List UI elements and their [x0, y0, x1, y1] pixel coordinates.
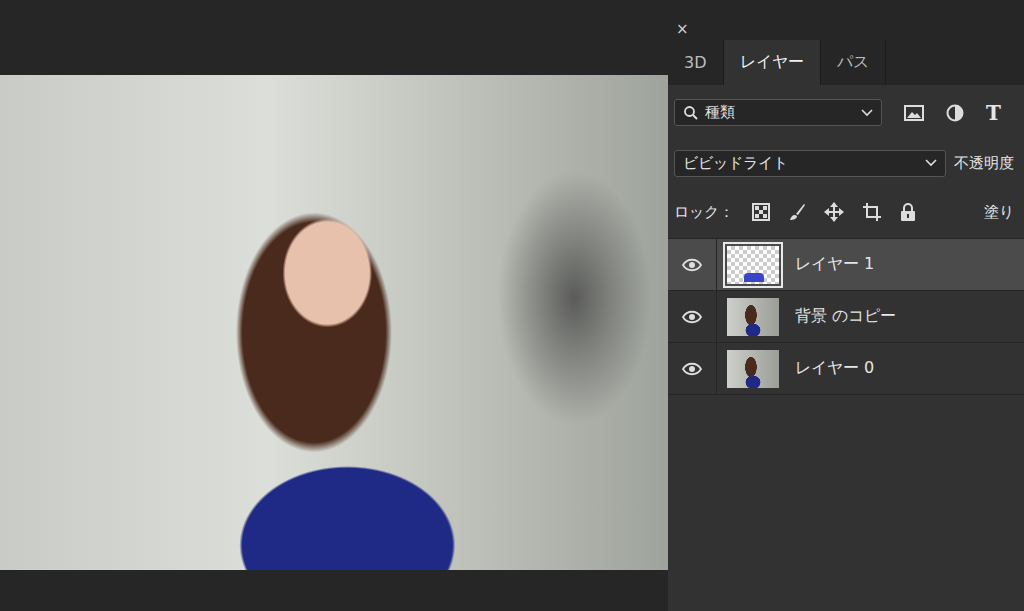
- layer-name: レイヤー 1: [795, 254, 874, 275]
- padlock-icon[interactable]: [900, 203, 916, 221]
- layer-list: レイヤー 1 背景 のコピーレイヤー 0: [668, 238, 1024, 395]
- filter-dropdown[interactable]: 種類: [674, 99, 882, 126]
- visibility-toggle[interactable]: [668, 239, 717, 290]
- layer-row[interactable]: レイヤー 1: [668, 239, 1024, 291]
- layers-panel: × 3Dレイヤーパス種類 T ビビッドライト不透明度ロック： 塗りレイヤー 1 背景 のコ…: [668, 18, 1024, 611]
- move-icon[interactable]: [824, 202, 844, 222]
- opacity-label: 不透明度: [954, 154, 1014, 173]
- tab-bar: 3Dレイヤーパス: [668, 40, 1024, 85]
- adjustment-filter-icon[interactable]: [946, 104, 964, 122]
- blend-row: ビビッドライト不透明度: [668, 140, 1024, 186]
- lock-pixels-icon[interactable]: [752, 203, 770, 221]
- canvas-photo[interactable]: [0, 75, 668, 570]
- type-filter-icon[interactable]: T: [986, 101, 1001, 125]
- eye-icon: [682, 258, 702, 272]
- layer-name: 背景 のコピー: [795, 306, 896, 327]
- chevron-icon: [925, 159, 937, 167]
- tab[interactable]: レイヤー: [724, 40, 821, 85]
- eye-icon: [682, 310, 702, 324]
- layer-row[interactable]: レイヤー 0: [668, 343, 1024, 395]
- search-icon: [683, 105, 699, 121]
- visibility-toggle[interactable]: [668, 291, 717, 342]
- chevron-icon: [861, 109, 873, 117]
- eye-icon: [682, 362, 702, 376]
- layer-row[interactable]: 背景 のコピー: [668, 291, 1024, 343]
- brush-icon[interactable]: [788, 203, 806, 221]
- shape-mark: [744, 273, 764, 282]
- lock-label: ロック：: [674, 203, 734, 222]
- tab[interactable]: パス: [821, 40, 886, 85]
- layer-thumbnail: [727, 350, 779, 388]
- visibility-toggle[interactable]: [668, 343, 717, 394]
- blend-mode-dropdown[interactable]: ビビッドライト: [674, 150, 946, 177]
- photoshop-window: × 3Dレイヤーパス種類 T ビビッドライト不透明度ロック： 塗りレイヤー 1 背景 のコ…: [0, 0, 1024, 611]
- tab[interactable]: 3D: [668, 40, 724, 85]
- panel-header: ×: [668, 18, 1024, 40]
- layer-name: レイヤー 0: [795, 358, 874, 379]
- image-filter-icon[interactable]: [904, 104, 924, 122]
- canvas-area: [0, 0, 668, 611]
- close-button[interactable]: ×: [676, 22, 689, 37]
- filter-row: 種類 T: [668, 85, 1024, 140]
- layer-thumbnail: [727, 298, 779, 336]
- layer-thumbnail: [727, 246, 779, 284]
- artboard-icon[interactable]: [862, 202, 882, 222]
- lock-row: ロック： 塗り: [668, 186, 1024, 238]
- fill-label: 塗り: [984, 203, 1018, 222]
